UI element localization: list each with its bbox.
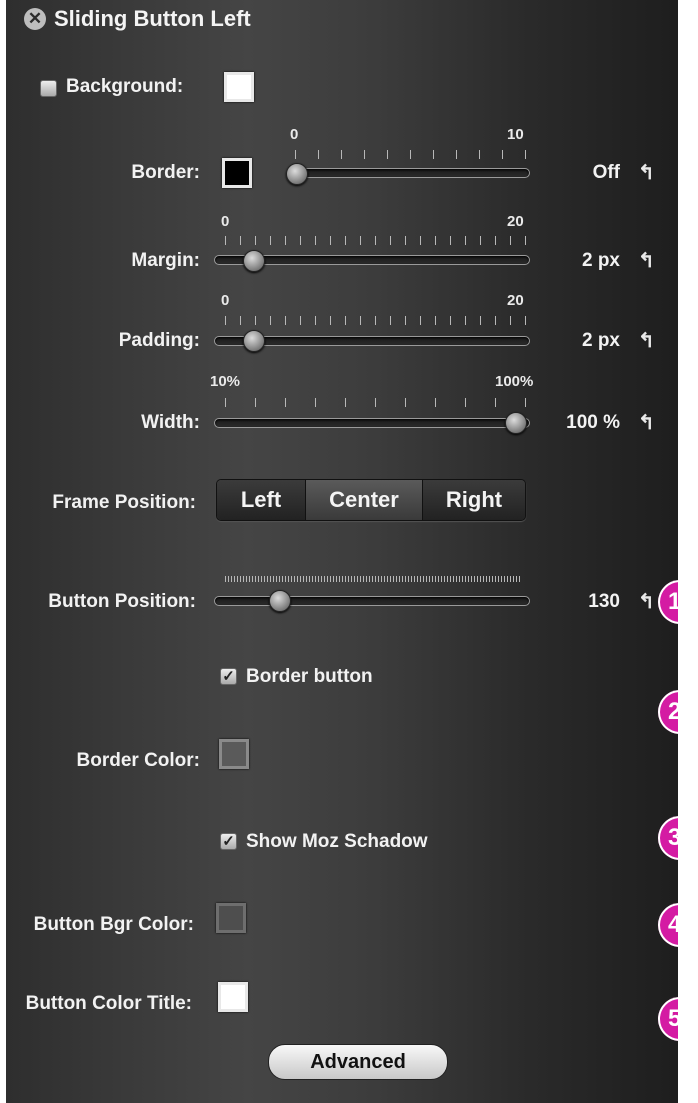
width-reset-icon[interactable]: ↰ <box>638 410 655 435</box>
width-ticks <box>225 398 527 407</box>
frame-position-label: Frame Position: <box>52 492 196 513</box>
padding-label: Padding: <box>118 330 200 351</box>
button-position-slider-track[interactable] <box>214 596 530 606</box>
margin-max-label: 20 <box>507 213 524 230</box>
callout-badge-1: 1 <box>658 580 678 624</box>
button-color-title-swatch[interactable] <box>218 982 248 1012</box>
border-button-label: Border button <box>246 666 373 687</box>
border-min-label: 0 <box>290 126 299 143</box>
padding-value: 2 px <box>581 330 620 351</box>
frame-position-right-option[interactable]: Right <box>423 480 525 520</box>
width-slider-track[interactable] <box>214 418 530 428</box>
background-label: Background: <box>66 76 184 97</box>
inspector-panel: ✕ Sliding Button Left Background: 0 10 B… <box>6 0 678 1103</box>
padding-min-label: 0 <box>221 292 230 309</box>
button-bgr-color-swatch[interactable] <box>216 903 246 933</box>
border-label: Border: <box>131 162 200 183</box>
width-min-label: 10% <box>210 373 241 390</box>
callout-badge-4: 4 <box>658 903 678 947</box>
close-icon[interactable]: ✕ <box>24 8 46 30</box>
show-moz-shadow-checkbox[interactable]: ✓ <box>220 833 237 850</box>
frame-position-center-option[interactable]: Center <box>306 480 423 520</box>
width-label: Width: <box>141 412 200 433</box>
panel-title: Sliding Button Left <box>54 6 251 31</box>
frame-position-left-option[interactable]: Left <box>217 480 306 520</box>
show-moz-shadow-label: Show Moz Schadow <box>246 831 428 852</box>
padding-ticks <box>225 316 527 325</box>
border-slider-knob[interactable] <box>286 163 308 185</box>
margin-slider-knob[interactable] <box>243 250 265 272</box>
margin-reset-icon[interactable]: ↰ <box>638 248 655 273</box>
width-slider-knob[interactable] <box>505 412 527 434</box>
border-reset-icon[interactable]: ↰ <box>638 160 655 185</box>
callout-badge-5: 5 <box>658 997 678 1041</box>
border-button-checkbox[interactable]: ✓ <box>220 668 237 685</box>
padding-reset-icon[interactable]: ↰ <box>638 328 655 353</box>
border-slider-track[interactable] <box>290 168 530 178</box>
callout-badge-2: 2 <box>658 690 678 734</box>
border-color-label: Border Color: <box>76 750 201 771</box>
frame-position-segmented-control: Left Center Right <box>216 479 526 521</box>
border-max-label: 10 <box>507 126 524 143</box>
margin-min-label: 0 <box>221 213 230 230</box>
padding-max-label: 20 <box>507 292 524 309</box>
button-position-value: 130 <box>588 591 620 612</box>
background-checkbox[interactable] <box>40 80 57 97</box>
margin-label: Margin: <box>131 250 200 271</box>
button-position-reset-icon[interactable]: ↰ <box>638 589 655 614</box>
width-max-label: 100% <box>495 373 534 390</box>
border-value: Off <box>592 162 620 183</box>
border-color-swatch-button[interactable] <box>219 739 249 769</box>
background-color-swatch[interactable] <box>224 72 254 102</box>
border-ticks <box>295 150 527 159</box>
button-color-title-label: Button Color Title: <box>25 993 192 1014</box>
border-color-swatch[interactable] <box>222 158 252 188</box>
button-position-ticks <box>225 576 521 582</box>
callout-badge-3: 3 <box>658 816 678 860</box>
margin-value: 2 px <box>581 250 620 271</box>
button-bgr-color-label: Button Bgr Color: <box>33 914 194 935</box>
button-position-slider-knob[interactable] <box>269 590 291 612</box>
advanced-button[interactable]: Advanced <box>268 1044 448 1080</box>
button-position-label: Button Position: <box>48 591 196 612</box>
width-value: 100 % <box>566 412 620 433</box>
margin-ticks <box>225 236 527 245</box>
padding-slider-knob[interactable] <box>243 330 265 352</box>
